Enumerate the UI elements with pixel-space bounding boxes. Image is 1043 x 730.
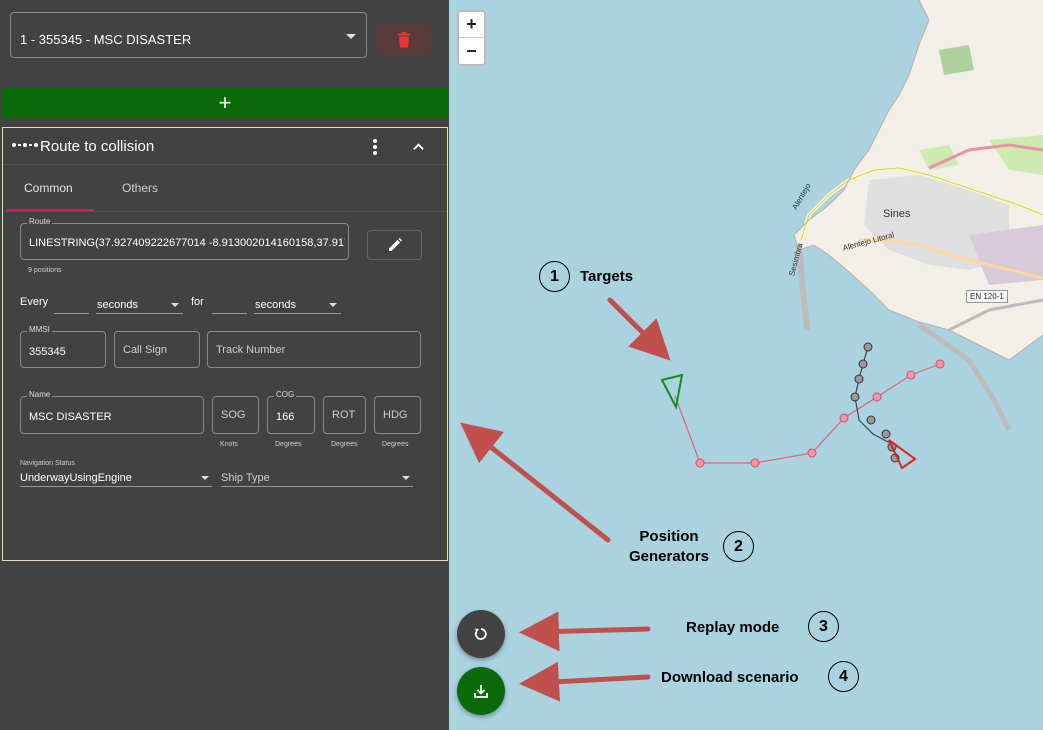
add-label: +: [218, 90, 232, 115]
annotation-number-3: 3: [808, 611, 839, 642]
for-input[interactable]: [212, 296, 247, 314]
more-vert-icon[interactable]: [373, 139, 377, 155]
for-unit-value: seconds: [255, 299, 296, 311]
track-number-field[interactable]: Track Number: [207, 331, 421, 368]
zoom-out-button[interactable]: −: [459, 38, 484, 64]
every-unit-select[interactable]: seconds: [96, 296, 183, 314]
annotation-download-scenario: Download scenario: [661, 669, 799, 686]
trash-icon: [397, 31, 410, 47]
map-label-town: Sines: [883, 208, 911, 220]
annotation-line2: Generators: [628, 548, 710, 565]
every-label: Every: [20, 296, 49, 308]
nav-status-select[interactable]: UnderwayUsingEngine: [20, 470, 212, 487]
tab-others[interactable]: Others: [122, 181, 158, 195]
cog-field[interactable]: COG 166: [267, 390, 315, 434]
annotation-position-generators: Position Generators: [623, 528, 715, 565]
sog-placeholder: SOG: [221, 409, 246, 421]
chevron-down-icon: [402, 476, 410, 480]
mmsi-field[interactable]: MMSI 355345: [20, 325, 106, 368]
zoom-in-button[interactable]: +: [459, 12, 484, 38]
add-position-generator-button[interactable]: +: [2, 88, 448, 118]
target-select[interactable]: 1 - 355345 - MSC DISASTER: [10, 12, 367, 58]
rot-unit: Degrees: [331, 441, 358, 448]
pencil-icon: [388, 238, 402, 251]
route-value: LINESTRING(37.927409222677014 -8.9130020…: [29, 237, 345, 249]
card-header[interactable]: Route to collision: [3, 128, 447, 165]
track-number-placeholder: Track Number: [216, 344, 286, 356]
position-generator-card: Route to collision Common Others Route L…: [2, 127, 448, 561]
road-badge: EN 120-1: [966, 290, 1008, 303]
chevron-down-icon: [329, 303, 337, 307]
annotation-replay-mode: Replay mode: [686, 619, 780, 636]
scenario-panel: 1 - 355345 - MSC DISASTER + Route to col…: [0, 0, 449, 730]
annotation-number-4: 4: [828, 661, 859, 692]
sog-unit: Knots: [220, 441, 238, 448]
cog-label: COG: [274, 390, 297, 399]
every-input[interactable]: [54, 296, 89, 314]
nav-status-value: UnderwayUsingEngine: [20, 472, 132, 484]
chevron-down-icon: [346, 34, 356, 39]
route-field[interactable]: Route LINESTRING(37.927409222677014 -8.9…: [20, 217, 349, 260]
name-field[interactable]: Name MSC DISASTER: [20, 390, 204, 434]
chevron-down-icon: [171, 303, 179, 307]
active-tab-indicator: [6, 209, 94, 211]
delete-target-button[interactable]: [376, 24, 431, 55]
cog-value: 166: [276, 411, 295, 423]
chevron-up-icon[interactable]: [413, 141, 424, 152]
download-icon: [474, 685, 488, 698]
edit-route-button[interactable]: [367, 230, 422, 260]
annotation-targets: Targets: [580, 268, 634, 285]
rot-placeholder: ROT: [332, 409, 356, 421]
call-sign-field[interactable]: Call Sign: [114, 331, 200, 368]
mmsi-label: MMSI: [27, 325, 52, 334]
cog-unit: Degrees: [275, 441, 302, 448]
card-title: Route to collision: [40, 138, 155, 155]
ship-type-placeholder: Ship Type: [221, 472, 270, 484]
annotation-number-2: 2: [723, 531, 754, 562]
download-scenario-button[interactable]: [457, 667, 505, 715]
ship-type-select[interactable]: Ship Type: [221, 470, 413, 487]
linestring-icon: [12, 143, 38, 147]
card-tabs: Common Others: [3, 165, 447, 212]
chevron-down-icon: [201, 476, 209, 480]
annotation-line1: Position: [639, 528, 699, 545]
name-label: Name: [27, 390, 53, 399]
hdg-unit: Degrees: [382, 441, 409, 448]
sog-field[interactable]: SOG: [212, 396, 259, 434]
replay-mode-button[interactable]: [457, 610, 505, 658]
hdg-placeholder: HDG: [383, 409, 408, 421]
call-sign-placeholder: Call Sign: [123, 344, 168, 356]
for-unit-select[interactable]: seconds: [254, 296, 341, 314]
replay-icon: [474, 628, 487, 640]
annotation-number-1: 1: [539, 261, 570, 292]
target-select-value: 1 - 355345 - MSC DISASTER: [20, 32, 192, 47]
for-label: for: [191, 296, 204, 308]
name-value: MSC DISASTER: [29, 411, 112, 423]
route-label: Route: [27, 217, 53, 226]
zoom-control: + −: [457, 10, 486, 66]
every-unit-value: seconds: [97, 299, 138, 311]
nav-status-label: Navigation Status: [20, 460, 75, 467]
route-positions-count: 9 positions: [28, 267, 62, 274]
hdg-field[interactable]: HDG: [374, 396, 421, 434]
rot-field[interactable]: ROT: [323, 396, 366, 434]
tab-common[interactable]: Common: [24, 181, 73, 195]
mmsi-value: 355345: [29, 346, 66, 358]
